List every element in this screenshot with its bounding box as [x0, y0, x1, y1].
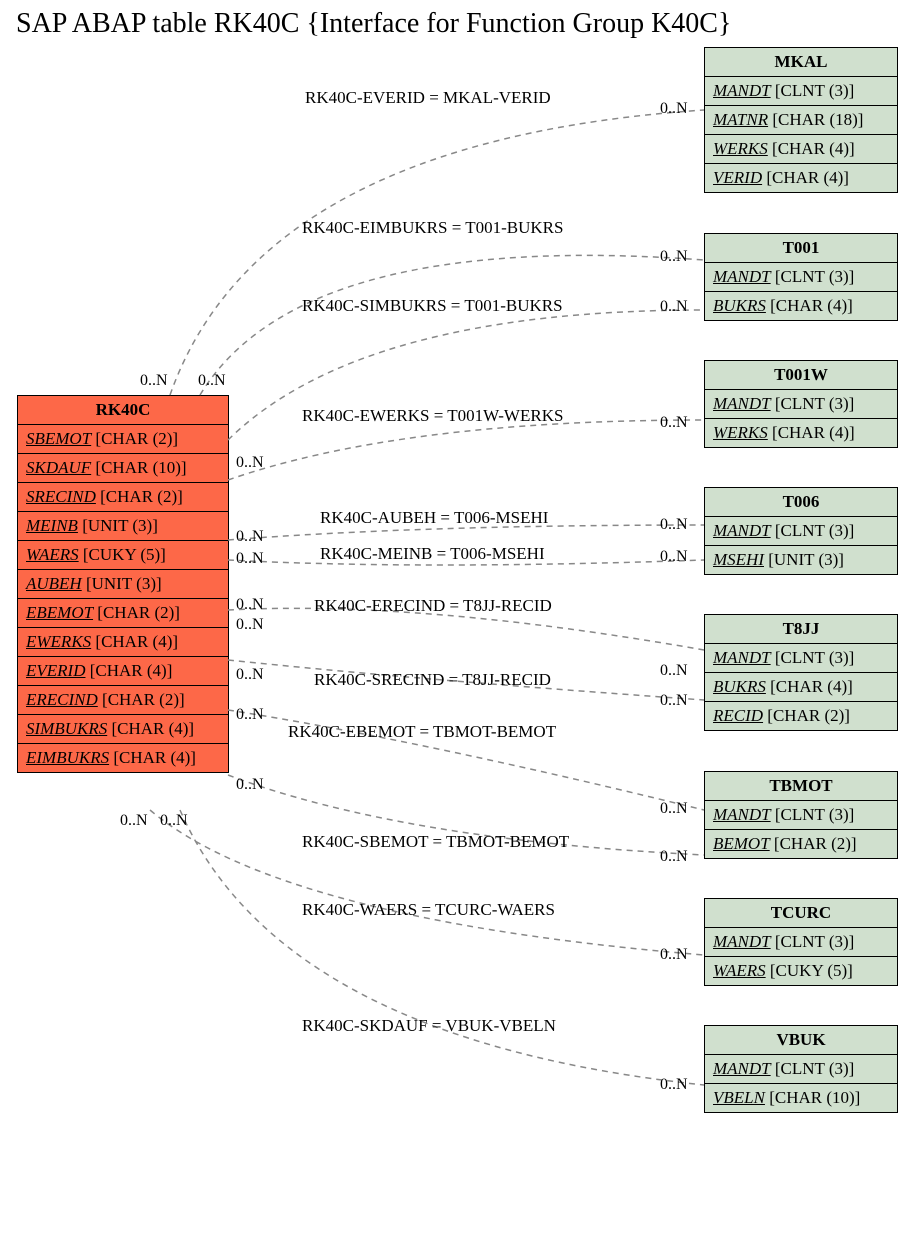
entity-t006: T006 MANDT [CLNT (3)] MSEHI [UNIT (3)]: [704, 487, 898, 575]
cardinality: 0..N: [120, 812, 148, 830]
entity-header: TCURC: [705, 899, 897, 928]
cardinality: 0..N: [236, 528, 264, 546]
entity-t001: T001 MANDT [CLNT (3)] BUKRS [CHAR (4)]: [704, 233, 898, 321]
edge-label: RK40C-EWERKS = T001W-WERKS: [302, 406, 563, 426]
field-row: MEINB [UNIT (3)]: [18, 512, 228, 541]
cardinality: 0..N: [660, 662, 688, 680]
cardinality: 0..N: [236, 776, 264, 794]
field-row: EIMBUKRS [CHAR (4)]: [18, 744, 228, 772]
entity-header: T001: [705, 234, 897, 263]
field-row: EVERID [CHAR (4)]: [18, 657, 228, 686]
field-row: MANDT [CLNT (3)]: [705, 644, 897, 673]
field-row: ERECIND [CHAR (2)]: [18, 686, 228, 715]
cardinality: 0..N: [236, 666, 264, 684]
cardinality: 0..N: [660, 800, 688, 818]
edge-label: RK40C-SRECIND = T8JJ-RECID: [314, 670, 551, 690]
field-row: EWERKS [CHAR (4)]: [18, 628, 228, 657]
field-row: WERKS [CHAR (4)]: [705, 419, 897, 447]
edge-label: RK40C-AUBEH = T006-MSEHI: [320, 508, 548, 528]
entity-mkal: MKAL MANDT [CLNT (3)] MATNR [CHAR (18)] …: [704, 47, 898, 193]
field-row: MANDT [CLNT (3)]: [705, 801, 897, 830]
cardinality: 0..N: [660, 1076, 688, 1094]
cardinality: 0..N: [160, 812, 188, 830]
cardinality: 0..N: [660, 414, 688, 432]
cardinality: 0..N: [660, 298, 688, 316]
field-row: MATNR [CHAR (18)]: [705, 106, 897, 135]
field-row: BUKRS [CHAR (4)]: [705, 673, 897, 702]
field-row: RECID [CHAR (2)]: [705, 702, 897, 730]
field-row: MANDT [CLNT (3)]: [705, 1055, 897, 1084]
field-row: SKDAUF [CHAR (10)]: [18, 454, 228, 483]
cardinality: 0..N: [236, 454, 264, 472]
cardinality: 0..N: [660, 100, 688, 118]
cardinality: 0..N: [660, 692, 688, 710]
entity-header: T001W: [705, 361, 897, 390]
cardinality: 0..N: [236, 616, 264, 634]
cardinality: 0..N: [660, 548, 688, 566]
entity-header: TBMOT: [705, 772, 897, 801]
entity-rk40c: RK40C SBEMOT [CHAR (2)] SKDAUF [CHAR (10…: [17, 395, 229, 773]
entity-header: T8JJ: [705, 615, 897, 644]
field-row: BEMOT [CHAR (2)]: [705, 830, 897, 858]
edge-label: RK40C-EIMBUKRS = T001-BUKRS: [302, 218, 563, 238]
edge-label: RK40C-EVERID = MKAL-VERID: [305, 88, 551, 108]
field-row: SIMBUKRS [CHAR (4)]: [18, 715, 228, 744]
cardinality: 0..N: [236, 550, 264, 568]
entity-tbmot: TBMOT MANDT [CLNT (3)] BEMOT [CHAR (2)]: [704, 771, 898, 859]
field-row: MANDT [CLNT (3)]: [705, 928, 897, 957]
entity-t001w: T001W MANDT [CLNT (3)] WERKS [CHAR (4)]: [704, 360, 898, 448]
cardinality: 0..N: [236, 706, 264, 724]
field-row: MANDT [CLNT (3)]: [705, 517, 897, 546]
cardinality: 0..N: [236, 596, 264, 614]
field-row: MSEHI [UNIT (3)]: [705, 546, 897, 574]
field-row: SRECIND [CHAR (2)]: [18, 483, 228, 512]
edge-label: RK40C-SBEMOT = TBMOT-BEMOT: [302, 832, 569, 852]
entity-header: MKAL: [705, 48, 897, 77]
edge-label: RK40C-SKDAUF = VBUK-VBELN: [302, 1016, 556, 1036]
field-row: VERID [CHAR (4)]: [705, 164, 897, 192]
field-row: MANDT [CLNT (3)]: [705, 263, 897, 292]
diagram-title: SAP ABAP table RK40C {Interface for Func…: [16, 8, 731, 40]
entity-vbuk: VBUK MANDT [CLNT (3)] VBELN [CHAR (10)]: [704, 1025, 898, 1113]
field-row: WAERS [CUKY (5)]: [18, 541, 228, 570]
entity-t8jj: T8JJ MANDT [CLNT (3)] BUKRS [CHAR (4)] R…: [704, 614, 898, 731]
edge-label: RK40C-WAERS = TCURC-WAERS: [302, 900, 555, 920]
field-row: AUBEH [UNIT (3)]: [18, 570, 228, 599]
edge-label: RK40C-ERECIND = T8JJ-RECID: [314, 596, 552, 616]
edge-label: RK40C-SIMBUKRS = T001-BUKRS: [302, 296, 563, 316]
field-row: EBEMOT [CHAR (2)]: [18, 599, 228, 628]
entity-tcurc: TCURC MANDT [CLNT (3)] WAERS [CUKY (5)]: [704, 898, 898, 986]
cardinality: 0..N: [660, 248, 688, 266]
cardinality: 0..N: [198, 372, 226, 390]
field-row: SBEMOT [CHAR (2)]: [18, 425, 228, 454]
cardinality: 0..N: [660, 516, 688, 534]
field-row: VBELN [CHAR (10)]: [705, 1084, 897, 1112]
field-row: WERKS [CHAR (4)]: [705, 135, 897, 164]
entity-header: RK40C: [18, 396, 228, 425]
cardinality: 0..N: [660, 848, 688, 866]
entity-header: VBUK: [705, 1026, 897, 1055]
entity-header: T006: [705, 488, 897, 517]
field-row: BUKRS [CHAR (4)]: [705, 292, 897, 320]
cardinality: 0..N: [660, 946, 688, 964]
edge-label: RK40C-MEINB = T006-MSEHI: [320, 544, 545, 564]
field-row: MANDT [CLNT (3)]: [705, 390, 897, 419]
field-row: WAERS [CUKY (5)]: [705, 957, 897, 985]
cardinality: 0..N: [140, 372, 168, 390]
field-row: MANDT [CLNT (3)]: [705, 77, 897, 106]
edge-label: RK40C-EBEMOT = TBMOT-BEMOT: [288, 722, 556, 742]
